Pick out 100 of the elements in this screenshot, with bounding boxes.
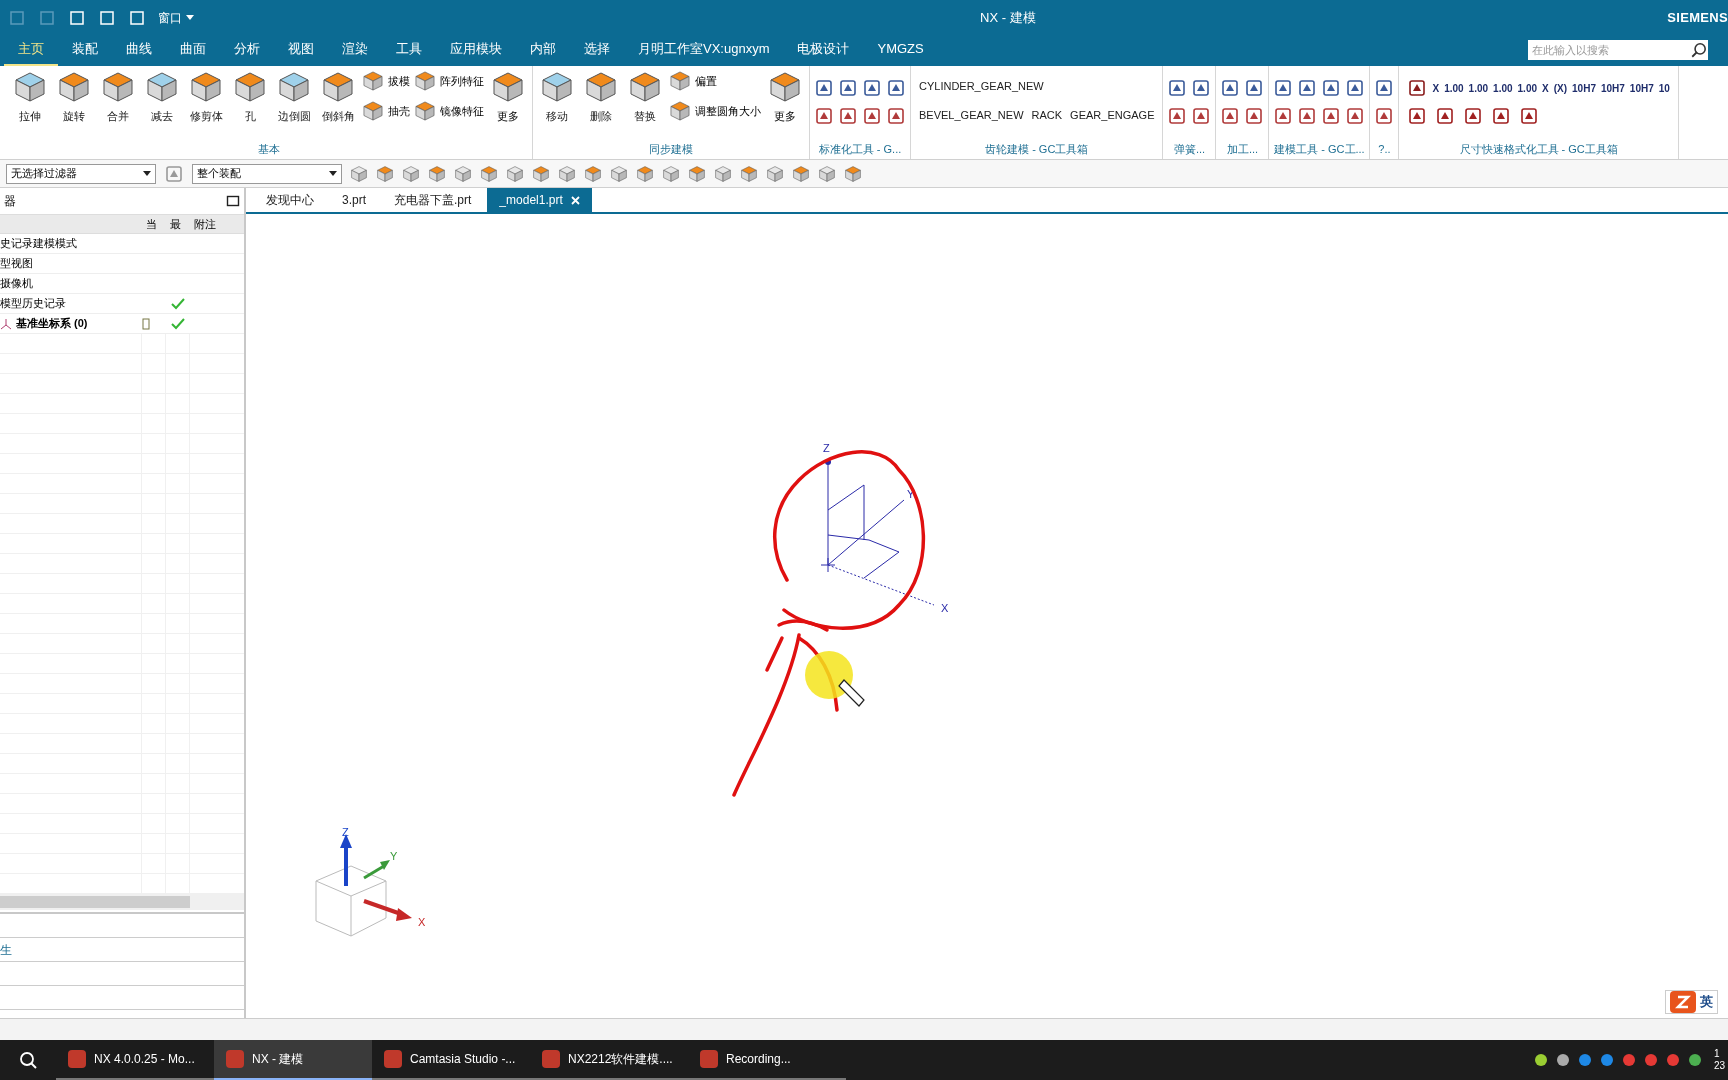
maximize-icon[interactable]: [226, 194, 240, 208]
tool-icon[interactable]: [838, 106, 858, 126]
format-button[interactable]: X: [1432, 80, 1440, 96]
ribbon-button[interactable]: 修剪体: [186, 66, 226, 125]
filter-dropdown[interactable]: 整个装配: [192, 163, 342, 184]
filter-dropdown[interactable]: 无选择过滤器: [6, 163, 156, 184]
menu-tab[interactable]: 月明工作室VX:ugnxym: [624, 38, 784, 66]
ribbon-button[interactable]: GEAR_ENGAGE: [1070, 106, 1155, 123]
taskbar-item[interactable]: Recording...: [688, 1040, 846, 1080]
ribbon-button[interactable]: 镜像特征: [414, 100, 484, 122]
toolbar-icon[interactable]: [98, 9, 116, 27]
ribbon-button[interactable]: 孔: [230, 66, 270, 125]
tool-icon[interactable]: [1321, 106, 1342, 126]
menu-tab[interactable]: YMGZS: [863, 38, 938, 66]
filter-icon[interactable]: [164, 163, 184, 184]
tray-icon[interactable]: [1621, 1052, 1637, 1068]
tool-icon[interactable]: [838, 78, 858, 98]
tool-icon[interactable]: [1220, 78, 1241, 98]
format-button[interactable]: 10H7: [1629, 80, 1654, 96]
ribbon-button[interactable]: 减去: [142, 66, 182, 125]
tool-icon[interactable]: [1191, 78, 1212, 98]
taskbar-item[interactable]: NX2212软件建模....: [530, 1040, 688, 1080]
menu-tab[interactable]: 应用模块: [436, 38, 516, 66]
taskbar-item[interactable]: NX - 建模: [214, 1040, 372, 1080]
ribbon-button[interactable]: 替换: [625, 66, 665, 125]
tree-row[interactable]: 史记录建模模式: [0, 234, 244, 254]
ribbon-button[interactable]: 调整圆角大小: [669, 100, 761, 122]
toolbar-icon[interactable]: [68, 9, 86, 27]
toolbar-icon[interactable]: [128, 9, 146, 27]
format-button[interactable]: 10: [1658, 80, 1670, 96]
menu-tab[interactable]: 曲线: [112, 38, 166, 66]
ribbon-button[interactable]: RACK: [1031, 106, 1063, 123]
ribbon-button[interactable]: 删除: [581, 66, 621, 125]
dimension-icon[interactable]: [1407, 78, 1428, 98]
tool-icon[interactable]: [1297, 78, 1318, 98]
tool-icon[interactable]: [814, 78, 834, 98]
tree-row[interactable]: 摄像机: [0, 274, 244, 294]
ribbon-button[interactable]: 倒斜角: [318, 66, 358, 125]
tree-row[interactable]: 模型历史记录: [0, 294, 244, 314]
menu-tab[interactable]: 选择: [570, 38, 624, 66]
ribbon-button[interactable]: 边倒圆: [274, 66, 314, 125]
tool-icon[interactable]: [1345, 106, 1366, 126]
ribbon-button[interactable]: BEVEL_GEAR_NEW: [919, 106, 1024, 123]
tool-icon[interactable]: [1321, 78, 1342, 98]
format-button[interactable]: 1.00: [1517, 80, 1537, 96]
ribbon-button[interactable]: 拔模: [362, 70, 410, 92]
menu-tab[interactable]: 电极设计: [783, 38, 864, 66]
window-menu-button[interactable]: 窗口: [158, 9, 194, 27]
tray-icon[interactable]: [1665, 1052, 1681, 1068]
tool-icon[interactable]: [1220, 106, 1241, 126]
menu-tab[interactable]: 曲面: [166, 38, 220, 66]
tool-icon[interactable]: [1374, 78, 1395, 98]
close-icon[interactable]: [570, 195, 580, 205]
tool-icon[interactable]: [1273, 106, 1294, 126]
more-button[interactable]: 更多: [488, 66, 528, 125]
menu-tab[interactable]: 工具: [382, 38, 436, 66]
tool-icon[interactable]: [1273, 78, 1294, 98]
ribbon-button[interactable]: 移动: [537, 66, 577, 125]
more-button[interactable]: 更多: [765, 66, 805, 125]
format-button[interactable]: 10H7: [1600, 80, 1625, 96]
ribbon-button[interactable]: 旋转: [54, 66, 94, 125]
tool-icon[interactable]: [1297, 106, 1318, 126]
search-field[interactable]: 在此输入以搜索: [1528, 40, 1690, 60]
ribbon-button[interactable]: CYLINDER_GEAR_NEW: [919, 78, 1155, 95]
format-button[interactable]: 1.00: [1444, 80, 1464, 96]
tray-icon[interactable]: [1555, 1052, 1571, 1068]
tool-icon[interactable]: [862, 78, 882, 98]
tray-icon[interactable]: [1533, 1052, 1549, 1068]
tree-row[interactable]: 基准坐标系 (0): [0, 314, 244, 334]
tray-icon[interactable]: [1687, 1052, 1703, 1068]
format-button[interactable]: (X): [1553, 80, 1568, 96]
format-button[interactable]: 1.00: [1468, 80, 1489, 96]
tool-icon[interactable]: [886, 78, 906, 98]
search-icon[interactable]: [18, 1050, 38, 1070]
tool-icon[interactable]: [1167, 78, 1188, 98]
ribbon-button[interactable]: 阵列特征: [414, 70, 484, 92]
menu-tab[interactable]: 渲染: [328, 38, 382, 66]
tree-row[interactable]: 型视图: [0, 254, 244, 274]
ribbon-button[interactable]: 偏置: [669, 70, 761, 92]
format-button[interactable]: 1.00: [1493, 80, 1513, 96]
menu-tab[interactable]: 装配: [58, 38, 112, 66]
tool-icon[interactable]: [814, 106, 834, 126]
tool-icon[interactable]: [1191, 106, 1212, 126]
document-tab[interactable]: _model1.prt: [487, 188, 592, 212]
tool-icon[interactable]: [1244, 78, 1265, 98]
ribbon-button[interactable]: 合并: [98, 66, 138, 125]
tool-icon[interactable]: [1374, 106, 1395, 126]
tray-icon[interactable]: [1599, 1052, 1615, 1068]
document-tab[interactable]: 充电器下盖.prt: [382, 188, 484, 212]
dimension-icon[interactable]: [1463, 106, 1484, 126]
ribbon-button[interactable]: 抽壳: [362, 100, 410, 122]
taskbar-item[interactable]: Camtasia Studio -...: [372, 1040, 530, 1080]
document-tab[interactable]: 3.prt: [330, 188, 378, 212]
tool-icon[interactable]: [1244, 106, 1265, 126]
search-icon[interactable]: [1690, 40, 1708, 60]
menu-tab[interactable]: 视图: [274, 38, 328, 66]
dimension-icon[interactable]: [1491, 106, 1512, 126]
tool-icon[interactable]: [862, 106, 882, 126]
tray-icon[interactable]: [1643, 1052, 1659, 1068]
dimension-icon[interactable]: [1519, 106, 1540, 126]
